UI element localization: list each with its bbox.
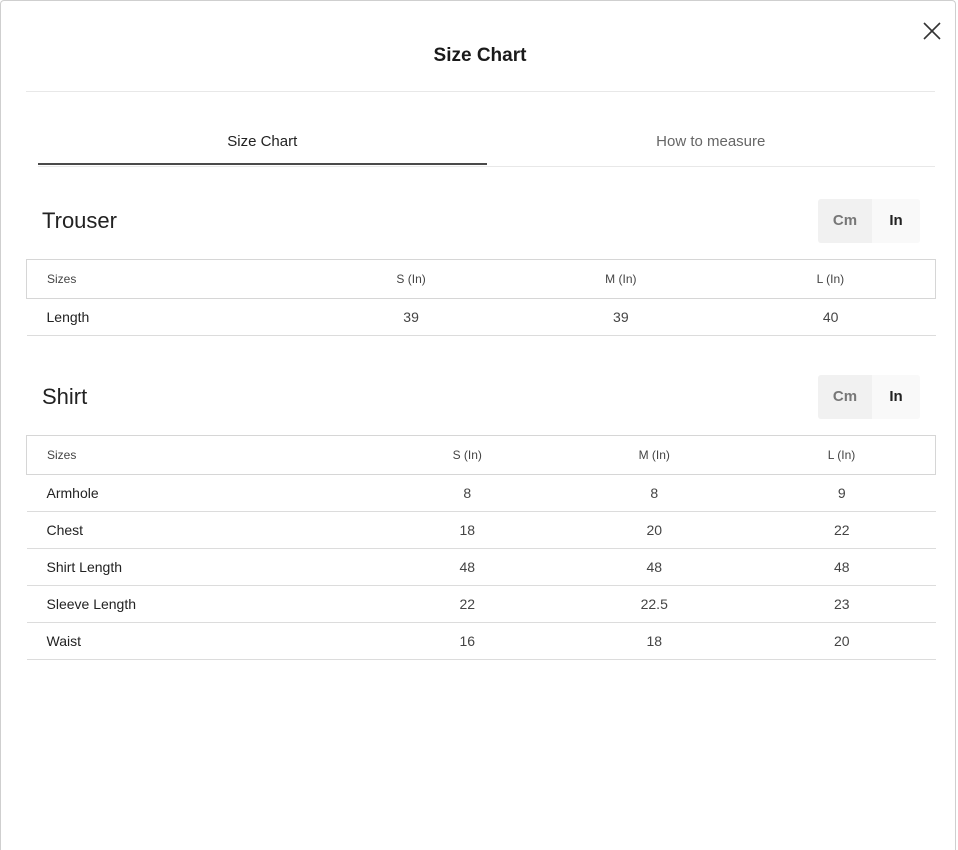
table-header-row: Sizes S (In) M (In) L (In) bbox=[26, 259, 936, 299]
table-row: Length 39 39 40 bbox=[26, 298, 936, 336]
table-cell: 48 bbox=[748, 548, 936, 586]
shirt-size-table: Sizes S (In) M (In) L (In) Armhole 8 8 9… bbox=[26, 435, 937, 660]
column-header: M (In) bbox=[560, 435, 749, 475]
table-header-row: Sizes S (In) M (In) L (In) bbox=[26, 435, 937, 475]
table-cell: 39 bbox=[306, 298, 516, 336]
tab-size-chart[interactable]: Size Chart bbox=[38, 121, 487, 165]
table-cell: 18 bbox=[374, 511, 561, 549]
table-row: Armhole 8 8 9 bbox=[26, 474, 936, 512]
table-cell: 18 bbox=[560, 622, 749, 660]
column-header: L (In) bbox=[725, 259, 936, 299]
table-cell: 20 bbox=[748, 622, 936, 660]
trouser-size-table: Sizes S (In) M (In) L (In) Length 39 39 … bbox=[26, 259, 936, 336]
size-chart-modal: Size Chart Size Chart How to measure Tro… bbox=[0, 0, 956, 850]
close-icon bbox=[923, 22, 941, 40]
column-header: M (In) bbox=[515, 259, 726, 299]
table-cell: 20 bbox=[560, 511, 749, 549]
close-button[interactable] bbox=[919, 18, 945, 44]
shirt-title: Shirt bbox=[42, 384, 88, 409]
table-cell: 16 bbox=[374, 622, 561, 660]
row-label: Length bbox=[26, 298, 307, 336]
title-divider bbox=[26, 91, 935, 92]
tab-how-to-measure[interactable]: How to measure bbox=[487, 121, 936, 165]
column-header: S (In) bbox=[374, 435, 561, 475]
row-label: Shirt Length bbox=[26, 548, 374, 586]
table-cell: 23 bbox=[748, 585, 936, 623]
table-row: Shirt Length 48 48 48 bbox=[26, 548, 936, 586]
column-header: L (In) bbox=[748, 435, 937, 475]
column-header: S (In) bbox=[306, 259, 516, 299]
shirt-unit-toggle: Cm In bbox=[818, 375, 920, 419]
table-row: Chest 18 20 22 bbox=[26, 511, 936, 549]
trouser-unit-cm[interactable]: Cm bbox=[818, 199, 872, 243]
shirt-unit-in[interactable]: In bbox=[872, 375, 920, 419]
column-header: Sizes bbox=[26, 435, 374, 475]
table-cell: 22.5 bbox=[560, 585, 749, 623]
trouser-title: Trouser bbox=[42, 208, 117, 233]
column-header: Sizes bbox=[26, 259, 307, 299]
table-row: Sleeve Length 22 22.5 23 bbox=[26, 585, 936, 623]
trouser-unit-in[interactable]: In bbox=[872, 199, 920, 243]
table-cell: 48 bbox=[560, 548, 749, 586]
table-cell: 48 bbox=[374, 548, 561, 586]
table-cell: 39 bbox=[515, 298, 726, 336]
row-label: Armhole bbox=[26, 474, 374, 512]
table-cell: 22 bbox=[374, 585, 561, 623]
row-label: Chest bbox=[26, 511, 374, 549]
table-cell: 8 bbox=[374, 474, 561, 512]
row-label: Waist bbox=[26, 622, 374, 660]
trouser-unit-toggle: Cm In bbox=[818, 199, 920, 243]
table-cell: 9 bbox=[748, 474, 936, 512]
table-cell: 40 bbox=[725, 298, 936, 336]
shirt-unit-cm[interactable]: Cm bbox=[818, 375, 872, 419]
tab-bar: Size Chart How to measure bbox=[38, 121, 935, 167]
row-label: Sleeve Length bbox=[26, 585, 374, 623]
table-row: Waist 16 18 20 bbox=[26, 622, 936, 660]
modal-title: Size Chart bbox=[433, 45, 527, 66]
table-cell: 8 bbox=[560, 474, 749, 512]
table-cell: 22 bbox=[748, 511, 936, 549]
